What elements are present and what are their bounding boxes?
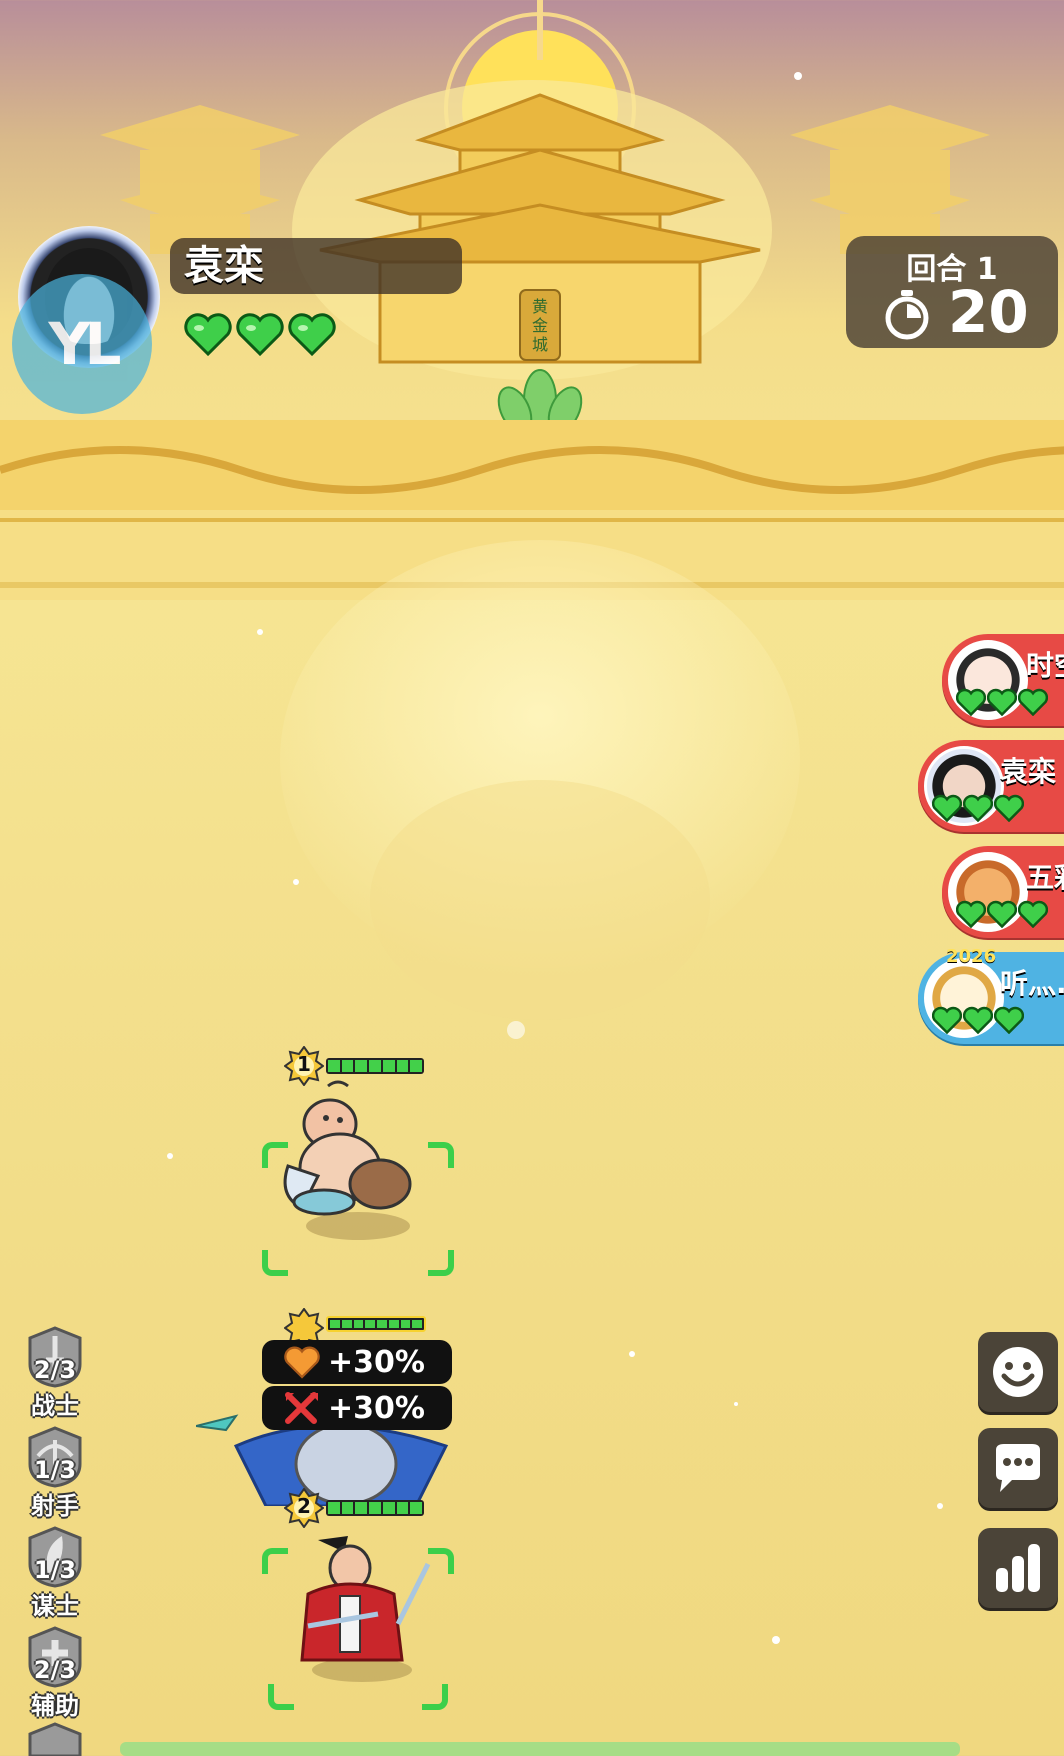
life-heart-icon bbox=[932, 1006, 962, 1034]
stopwatch-icon bbox=[885, 290, 929, 340]
opponent-tag: 2026 bbox=[946, 946, 997, 967]
opponent-lives bbox=[956, 900, 1048, 928]
slot-corner bbox=[262, 1250, 288, 1276]
player-name: 袁栾 bbox=[170, 238, 462, 294]
opponent-name: 袁栾 bbox=[1000, 755, 1057, 788]
player-avatar[interactable]: YL bbox=[12, 222, 168, 414]
unit-level: 2 bbox=[297, 1494, 311, 1518]
unit-health-bar bbox=[326, 1500, 424, 1516]
chat-button[interactable] bbox=[978, 1428, 1058, 1508]
life-heart-icon bbox=[1018, 900, 1048, 928]
opponent-lives bbox=[932, 794, 1024, 822]
stats-icon bbox=[996, 1544, 1040, 1592]
life-heart-icon bbox=[994, 1006, 1024, 1034]
svg-text:城: 城 bbox=[532, 335, 548, 354]
life-heart-icon bbox=[184, 313, 232, 356]
class-label: 谋士 bbox=[31, 1592, 79, 1620]
stats-button[interactable] bbox=[978, 1528, 1058, 1608]
player-badge: YL bbox=[12, 274, 152, 414]
slot-corner bbox=[268, 1684, 294, 1710]
monk-unit-sprite bbox=[283, 1080, 412, 1240]
slot-corner bbox=[422, 1684, 448, 1710]
hp-buff-pill: +30% bbox=[262, 1340, 452, 1384]
life-heart-icon bbox=[987, 900, 1017, 928]
life-heart-icon bbox=[932, 794, 962, 822]
player-lives bbox=[184, 312, 336, 356]
opponent-card[interactable]: 2026 听灬.. bbox=[918, 946, 1064, 1044]
life-heart-icon bbox=[288, 313, 336, 356]
unit-health-bar bbox=[326, 1058, 424, 1074]
class-count: 1/3 bbox=[33, 1456, 77, 1484]
class-count: 2/3 bbox=[33, 1356, 77, 1384]
timer-value: 20 bbox=[948, 278, 1029, 346]
board-slot[interactable]: 1 bbox=[258, 1044, 458, 1284]
class-support[interactable]: 2/3 辅助 bbox=[22, 1626, 88, 1720]
life-heart-icon bbox=[956, 688, 986, 716]
opponent-card[interactable]: 袁栾 bbox=[918, 740, 1064, 832]
class-count: 2/3 bbox=[33, 1656, 77, 1684]
opponent-lives bbox=[932, 1006, 1024, 1034]
class-label: 辅助 bbox=[31, 1692, 79, 1720]
unit-health-bar bbox=[326, 1316, 426, 1332]
opponent-card[interactable]: 时空 bbox=[942, 634, 1064, 726]
life-heart-icon bbox=[987, 688, 1017, 716]
class-count: 1/3 bbox=[33, 1556, 77, 1584]
life-heart-icon bbox=[994, 794, 1024, 822]
heart-icon bbox=[284, 1346, 320, 1379]
opponent-name: 五彩 bbox=[1026, 861, 1064, 894]
unit-level: 1 bbox=[297, 1052, 311, 1076]
slot-corner bbox=[428, 1250, 454, 1276]
more-classes-icon[interactable] bbox=[26, 1722, 84, 1756]
opponent-lives bbox=[956, 688, 1048, 716]
emoji-button[interactable] bbox=[978, 1332, 1058, 1412]
hp-buff-value: +30% bbox=[328, 1344, 425, 1380]
svg-text:黄: 黄 bbox=[532, 297, 548, 316]
class-archer[interactable]: 1/3 射手 bbox=[22, 1426, 88, 1520]
life-heart-icon bbox=[963, 1006, 993, 1034]
board-slot[interactable]: 2 bbox=[258, 1488, 458, 1718]
attack-buff-value: +30% bbox=[328, 1390, 425, 1426]
opponent-card[interactable]: 五彩 bbox=[942, 846, 1064, 938]
life-heart-icon bbox=[236, 313, 284, 356]
attack-buff-pill: +30% bbox=[262, 1386, 452, 1430]
class-strategist[interactable]: 1/3 谋士 bbox=[22, 1526, 88, 1620]
opponent-name: 听灬.. bbox=[1000, 967, 1064, 1000]
svg-text:金: 金 bbox=[532, 316, 548, 335]
swordsman-unit-sprite bbox=[300, 1536, 431, 1682]
class-warrior[interactable]: 2/3 战士 bbox=[22, 1326, 88, 1420]
class-label: 战士 bbox=[31, 1392, 79, 1420]
attack-icon bbox=[285, 1392, 318, 1424]
opponent-name: 时空 bbox=[1026, 649, 1064, 682]
class-label: 射手 bbox=[31, 1492, 79, 1520]
life-heart-icon bbox=[956, 900, 986, 928]
life-heart-icon bbox=[963, 794, 993, 822]
life-heart-icon bbox=[1018, 688, 1048, 716]
chat-icon bbox=[996, 1444, 1040, 1492]
round-timer-panel: 回合 1 20 bbox=[846, 236, 1058, 348]
board-unit-selected[interactable]: +30% +30% bbox=[196, 1296, 456, 1506]
slot-corner bbox=[428, 1142, 454, 1168]
emoji-icon bbox=[993, 1347, 1043, 1397]
